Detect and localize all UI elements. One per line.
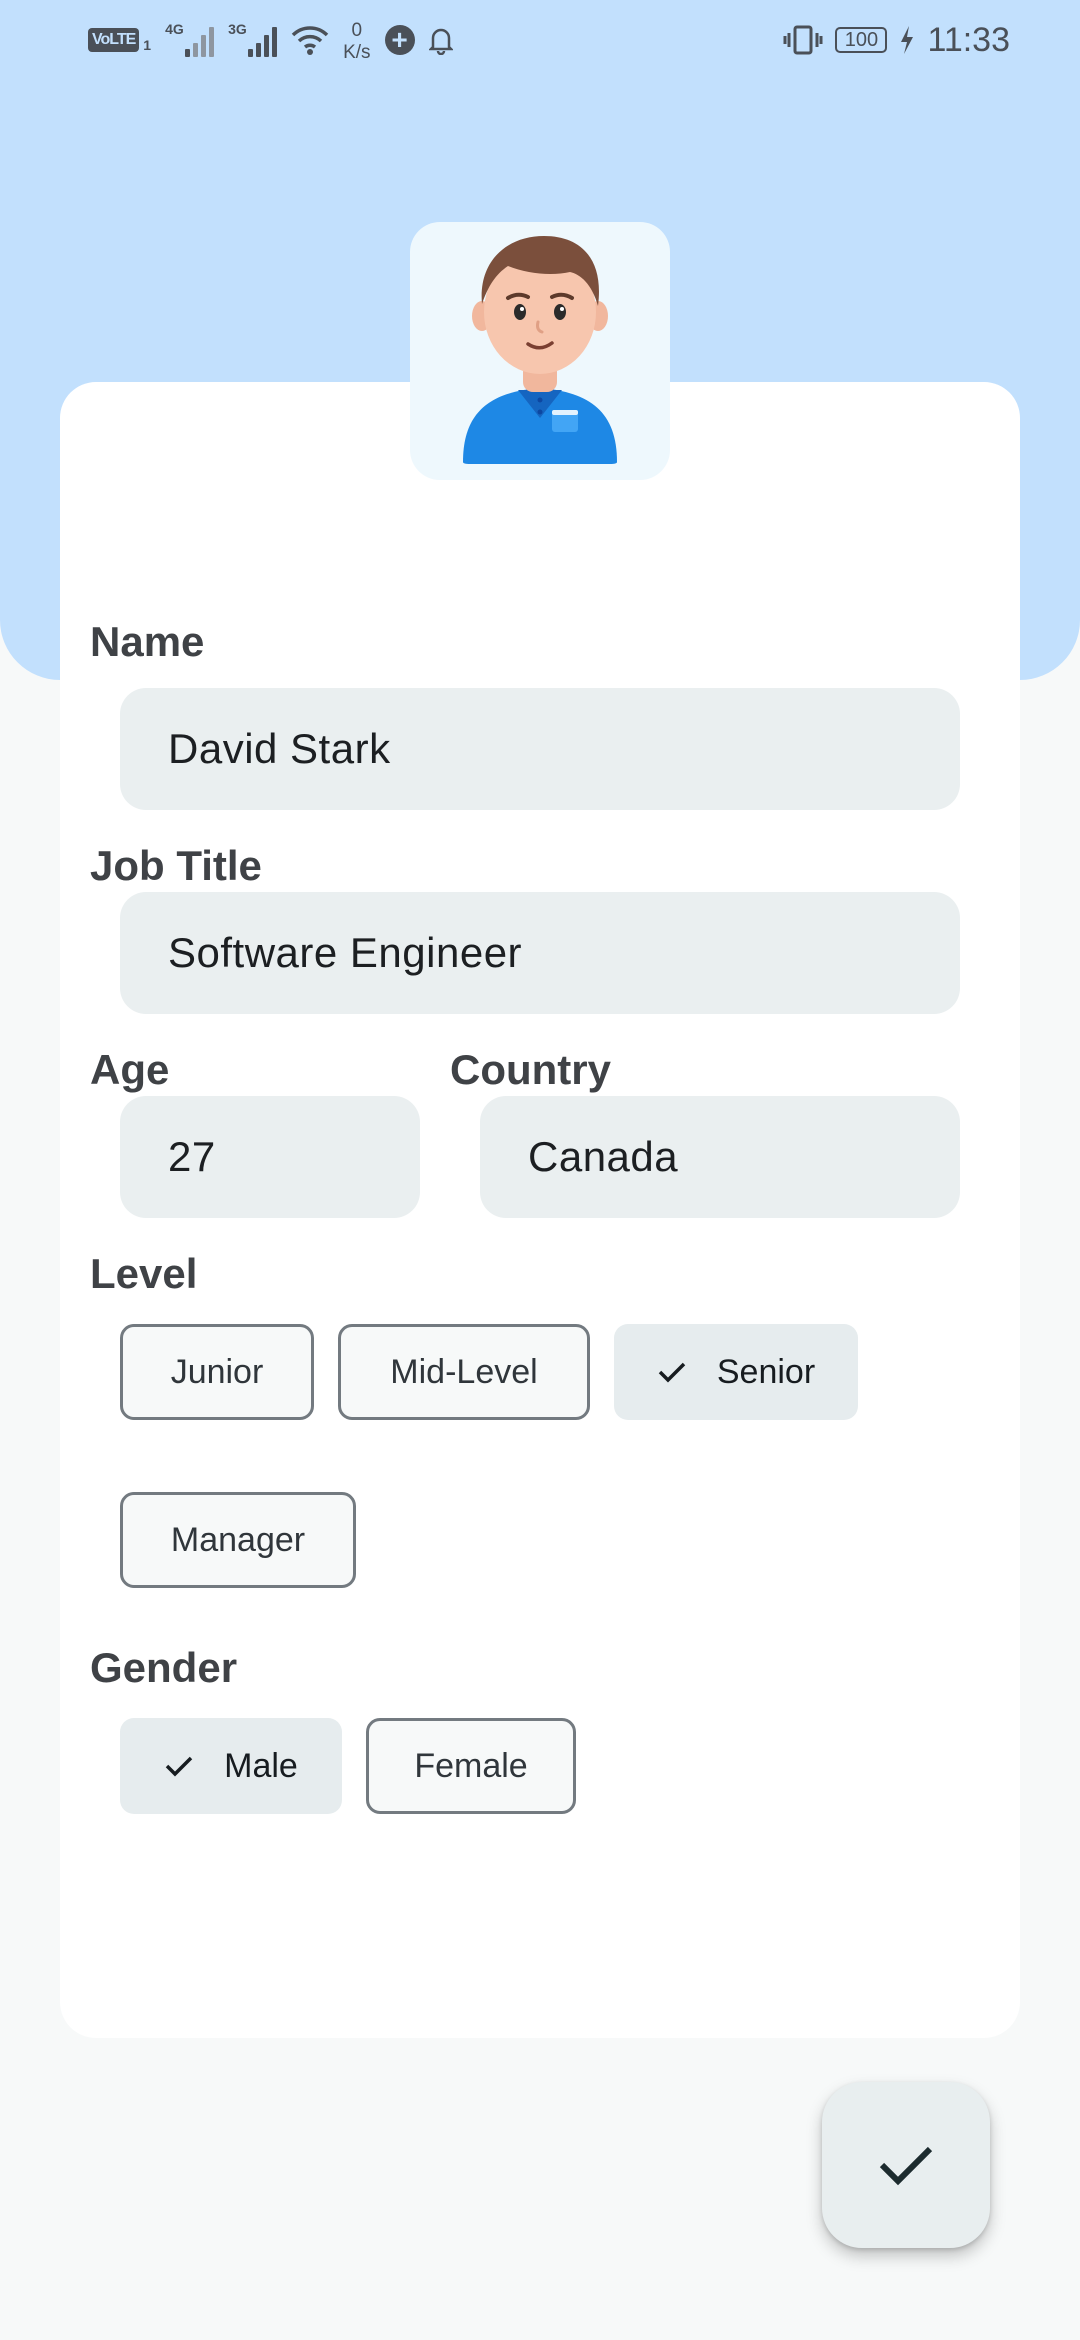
gender-chip-female[interactable]: Female	[366, 1718, 576, 1814]
bell-icon	[428, 28, 453, 55]
network-type-1: 4G	[165, 21, 184, 37]
check-icon	[165, 1756, 193, 1777]
level-chip-senior[interactable]: Senior	[614, 1324, 858, 1420]
job-title-field[interactable]: Software Engineer	[120, 892, 960, 1014]
wifi-icon	[291, 26, 329, 55]
volte-indicator: VoLTE	[88, 28, 140, 52]
level-chip-senior-label: Senior	[716, 1352, 816, 1391]
level-chip-manager[interactable]: Manager	[120, 1492, 356, 1588]
country-label: Country	[450, 1046, 611, 1093]
job-title-label: Job Title	[90, 842, 262, 889]
signal-icon-sim1: 4G	[165, 21, 215, 57]
person-avatar-icon	[463, 236, 617, 464]
signal-icon-sim2: 3G	[228, 21, 278, 57]
speed-unit: K/s	[343, 42, 371, 63]
level-label: Level	[90, 1250, 198, 1297]
save-fab-button[interactable]	[822, 2082, 990, 2248]
age-field[interactable]: 27	[120, 1096, 420, 1218]
speed-value: 0	[351, 20, 363, 41]
charging-icon	[901, 26, 914, 54]
check-icon	[879, 2146, 933, 2186]
vibrate-icon	[783, 25, 823, 55]
name-label: Name	[90, 618, 205, 665]
level-chip-mid-level[interactable]: Mid-Level	[338, 1324, 590, 1420]
network-type-2: 3G	[228, 21, 247, 37]
sim-number: 1	[143, 37, 152, 53]
battery-icon: 100	[835, 27, 888, 53]
country-field[interactable]: Canada	[480, 1096, 960, 1218]
name-field[interactable]: David Stark	[120, 688, 960, 810]
gender-label: Gender	[90, 1644, 238, 1691]
gender-chip-male-label: Male	[224, 1746, 298, 1785]
age-label: Age	[90, 1046, 170, 1093]
level-chip-junior[interactable]: Junior	[120, 1324, 314, 1420]
clock: 11:33	[927, 20, 1010, 59]
network-speed: 0 K/s	[343, 20, 370, 64]
status-bar: VoLTE 1 4G 3G 0 K/s + 100 11:33	[0, 0, 1080, 80]
avatar[interactable]	[410, 222, 670, 480]
plus-circle-icon: +	[384, 25, 415, 55]
gender-chip-male[interactable]: Male	[120, 1718, 342, 1814]
check-icon	[658, 1362, 686, 1383]
